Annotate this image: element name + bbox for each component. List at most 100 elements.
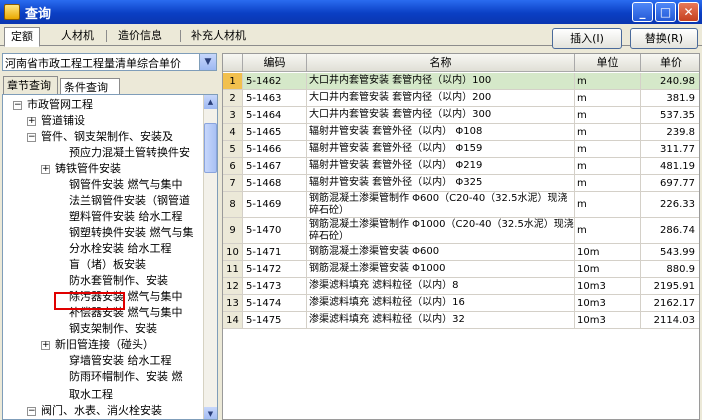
cell-name: 大口井内套管安装 套管内径（以内）100 [307, 73, 575, 89]
cell-unit: m [575, 141, 641, 157]
cell-unit: 10m [575, 244, 641, 260]
chevron-down-icon[interactable]: ▼ [199, 54, 216, 70]
window-title: 查询 [25, 6, 52, 22]
cell-code: 5-1474 [243, 295, 307, 311]
cell-code: 5-1472 [243, 261, 307, 277]
tree-node[interactable]: 法兰钢管件安装（钢管道 [69, 193, 190, 209]
maximize-button[interactable]: □ [655, 2, 676, 22]
replace-button[interactable]: 替换(R) [630, 28, 698, 49]
tree-node-label: 铸铁管件安装 [55, 162, 121, 175]
expand-icon[interactable]: + [27, 117, 36, 126]
cell-name: 大口井内套管安装 套管内径（以内）300 [307, 107, 575, 123]
cell-idx: 11 [223, 261, 243, 277]
table-row[interactable]: 2 5-1463 大口井内套管安装 套管内径（以内）200 m 381.9 [223, 90, 699, 107]
cell-code: 5-1463 [243, 90, 307, 106]
cell-unit: 10m3 [575, 312, 641, 328]
cell-unit: m [575, 192, 641, 217]
cell-price: 2195.91 [641, 278, 699, 294]
column-header-index [223, 54, 243, 72]
expand-icon[interactable]: + [41, 341, 50, 350]
cell-name: 辐射井管安装 套管外径（以内） Φ325 [307, 175, 575, 191]
cell-unit: m [575, 218, 641, 243]
cell-price: 537.35 [641, 107, 699, 123]
tree-node[interactable]: 防水套管制作、安装 [69, 273, 168, 289]
table-row[interactable]: 14 5-1475 渗渠滤料填充 滤料粒径（以内）32 10m3 2114.03 [223, 312, 699, 329]
collapse-icon[interactable]: − [13, 101, 22, 110]
cell-idx: 8 [223, 192, 243, 217]
cell-price: 226.33 [641, 192, 699, 217]
cell-price: 286.74 [641, 218, 699, 243]
minimize-button[interactable]: _ [632, 2, 653, 22]
tree-node[interactable]: 钢支架制作、安装 [69, 321, 157, 337]
tab-chapter-query[interactable]: 章节查询 [3, 76, 58, 94]
cell-unit: m [575, 73, 641, 89]
table-row[interactable]: 5 5-1466 辐射井管安装 套管外径（以内） Φ159 m 311.77 [223, 141, 699, 158]
tab-labor-material-machine[interactable]: 人材机 [55, 27, 100, 46]
table-row[interactable]: 6 5-1467 辐射井管安装 套管外径（以内） Φ219 m 481.19 [223, 158, 699, 175]
cell-name: 钢筋混凝土渗渠管安装 Φ600 [307, 244, 575, 260]
cell-price: 240.98 [641, 73, 699, 89]
cell-name: 辐射井管安装 套管外径（以内） Φ108 [307, 124, 575, 140]
table-row[interactable]: 3 5-1464 大口井内套管安装 套管内径（以内）300 m 537.35 [223, 107, 699, 124]
tab-condition-query[interactable]: 条件查询 [60, 78, 120, 94]
tree-node-label: 市政管网工程 [27, 98, 93, 111]
scroll-down-icon[interactable]: ▼ [204, 407, 217, 419]
cell-unit: m [575, 175, 641, 191]
tree-node-label: 新旧管连接（碰头） [55, 338, 154, 351]
cell-price: 239.8 [641, 124, 699, 140]
cell-idx: 12 [223, 278, 243, 294]
cell-code: 5-1469 [243, 192, 307, 217]
table-row[interactable]: 13 5-1474 渗渠滤料填充 滤料粒径（以内）16 10m3 2162.17 [223, 295, 699, 312]
table-row[interactable]: 9 5-1470 钢筋混凝土渗渠管制作 Φ1000（C20-40（32.5水泥）现浇… [223, 218, 699, 244]
tree-node-selected[interactable]: 取水工程 [69, 387, 113, 403]
tree-node[interactable]: 防雨环帽制作、安装 燃 [69, 369, 183, 385]
close-button[interactable]: ✕ [678, 2, 699, 22]
cell-code: 5-1466 [243, 141, 307, 157]
column-header-price[interactable]: 单价 [641, 54, 699, 72]
table-row[interactable]: 1 5-1462 大口井内套管安装 套管内径（以内）100 m 240.98 [223, 73, 699, 90]
tree-node[interactable]: 穿墙管安装 给水工程 [69, 353, 172, 369]
insert-button[interactable]: 插入(I) [552, 28, 622, 49]
table-row[interactable]: 10 5-1471 钢筋混凝土渗渠管安装 Φ600 10m 543.99 [223, 244, 699, 261]
cell-price: 880.9 [641, 261, 699, 277]
cell-name: 大口井内套管安装 套管内径（以内）200 [307, 90, 575, 106]
table-row[interactable]: 7 5-1468 辐射井管安装 套管外径（以内） Φ325 m 697.77 [223, 175, 699, 192]
column-header-name[interactable]: 名称 [307, 54, 575, 72]
scroll-up-icon[interactable]: ▲ [204, 95, 217, 109]
tree-node[interactable]: 盲（堵）板安装 [69, 257, 146, 273]
tree-node[interactable]: 塑料管件安装 给水工程 [69, 209, 183, 225]
tab-quota[interactable]: 定额 [4, 27, 40, 47]
table-row[interactable]: 12 5-1473 渗渠滤料填充 滤料粒径（以内）8 10m3 2195.91 [223, 278, 699, 295]
library-select[interactable]: 河南省市政工程工程量清单综合单价 ▼ [2, 53, 217, 71]
tree-node[interactable]: 分水栓安装 给水工程 [69, 241, 172, 257]
tab-price-info[interactable]: 造价信息 [112, 27, 168, 46]
table-row[interactable]: 11 5-1472 钢筋混凝土渗渠管安装 Φ1000 10m 880.9 [223, 261, 699, 278]
cell-code: 5-1467 [243, 158, 307, 174]
cell-name: 渗渠滤料填充 滤料粒径（以内）8 [307, 278, 575, 294]
scrollbar-thumb[interactable] [204, 123, 217, 173]
cell-code: 5-1471 [243, 244, 307, 260]
collapse-icon[interactable]: − [27, 407, 36, 416]
cell-code: 5-1462 [243, 73, 307, 89]
column-header-unit[interactable]: 单位 [575, 54, 641, 72]
collapse-icon[interactable]: − [27, 133, 36, 142]
cell-idx: 6 [223, 158, 243, 174]
cell-name: 钢筋混凝土渗渠管安装 Φ1000 [307, 261, 575, 277]
tree-scrollbar[interactable]: ▲ ▼ [203, 95, 217, 419]
cell-price: 2114.03 [641, 312, 699, 328]
cell-unit: m [575, 124, 641, 140]
tree-node[interactable]: 预应力混凝土管转换件安 [69, 145, 190, 161]
table-row[interactable]: 8 5-1469 钢筋混凝土渗渠管制作 Φ600（C20-40（32.5水泥）现浇碎… [223, 192, 699, 218]
cell-price: 2162.17 [641, 295, 699, 311]
expand-icon[interactable]: + [41, 165, 50, 174]
tab-supplement[interactable]: 补充人材机 [185, 27, 252, 46]
tree-node[interactable]: 钢塑转换件安装 燃气与集 [69, 225, 194, 241]
highlight-annotation [54, 292, 125, 310]
cell-idx: 2 [223, 90, 243, 106]
quota-table: 编码 名称 单位 单价 1 5-1462 大口井内套管安装 套管内径（以内）100 m… [222, 53, 700, 420]
column-header-code[interactable]: 编码 [243, 54, 307, 72]
table-row[interactable]: 4 5-1465 辐射井管安装 套管外径（以内） Φ108 m 239.8 [223, 124, 699, 141]
tab-separator [106, 30, 107, 42]
cell-unit: m [575, 107, 641, 123]
tree-node[interactable]: 钢管件安装 燃气与集中 [69, 177, 183, 193]
